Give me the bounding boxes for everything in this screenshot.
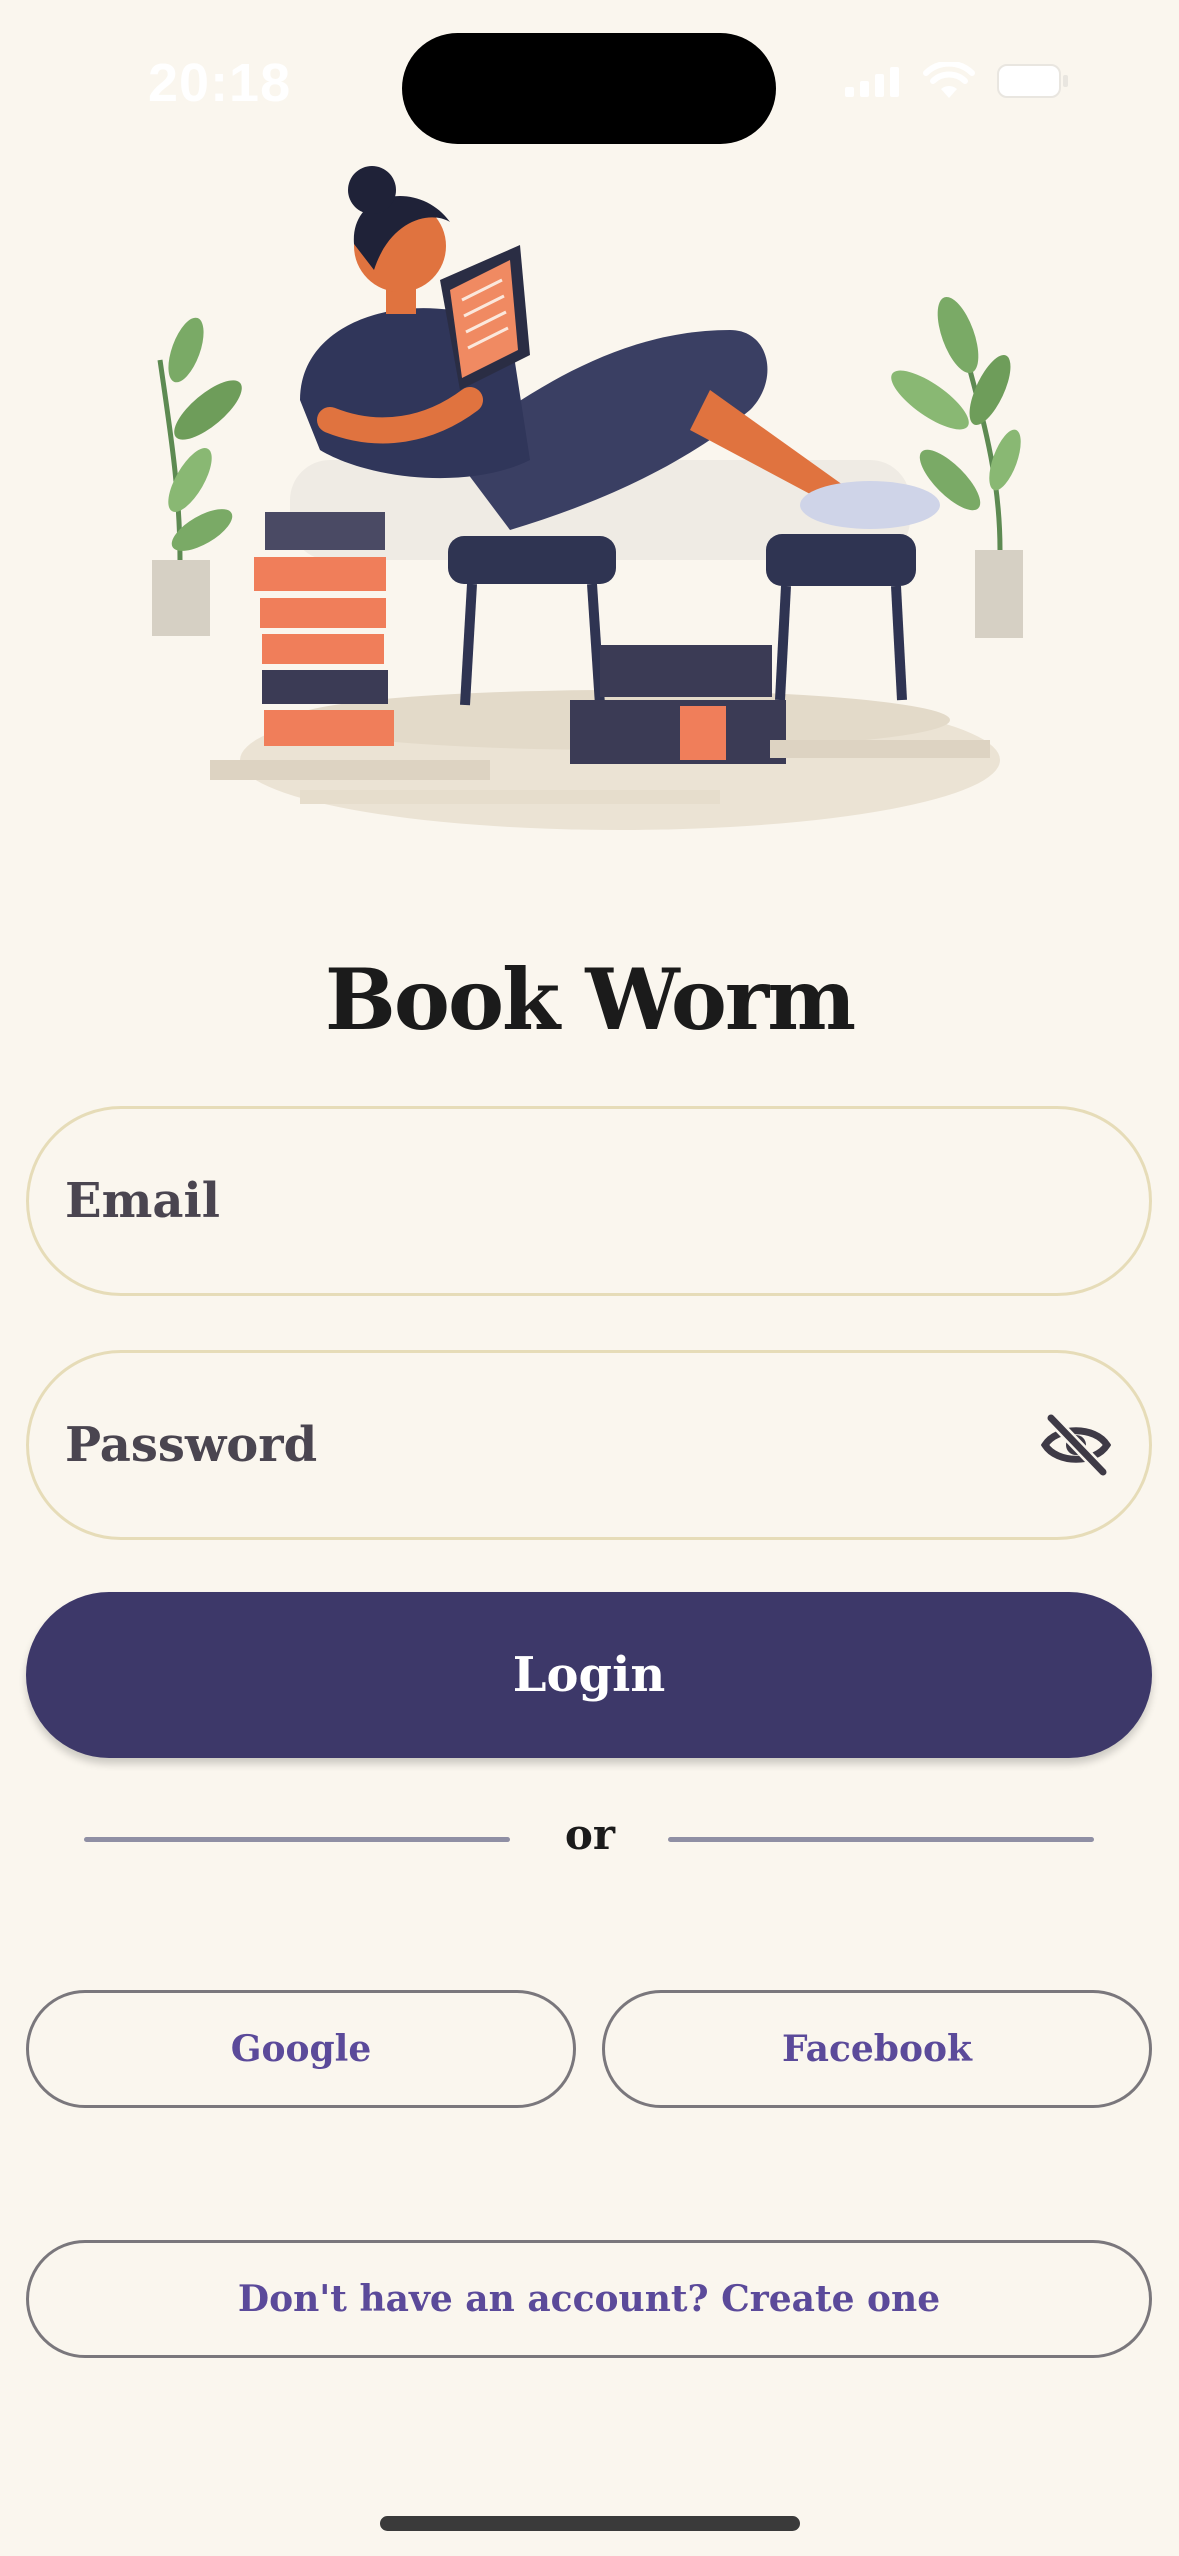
hero-illustration <box>150 160 1030 880</box>
login-button[interactable]: Login <box>26 1592 1152 1758</box>
facebook-login-button[interactable]: Facebook <box>602 1990 1152 2108</box>
google-button-label: Google <box>230 2028 372 2070</box>
battery-icon <box>997 63 1069 103</box>
facebook-button-label: Facebook <box>782 2028 972 2070</box>
status-time: 20:18 <box>148 53 292 113</box>
app-title: Book Worm <box>324 950 856 1049</box>
home-indicator <box>380 2516 800 2531</box>
eye-slash-icon[interactable] <box>1040 1413 1112 1477</box>
create-account-label: Don't have an account? Create one <box>237 2278 941 2320</box>
password-field[interactable]: Password <box>26 1350 1152 1540</box>
wifi-icon <box>923 60 975 104</box>
email-placeholder: Email <box>65 1173 220 1229</box>
dynamic-island <box>402 33 776 144</box>
divider-line-right <box>668 1837 1094 1842</box>
email-field[interactable]: Email <box>26 1106 1152 1296</box>
password-placeholder: Password <box>65 1417 318 1473</box>
signal-icon <box>845 65 901 101</box>
status-bar: 20:18 <box>0 0 1179 170</box>
google-login-button[interactable]: Google <box>26 1990 576 2108</box>
divider-text: or <box>564 1810 616 1859</box>
create-account-button[interactable]: Don't have an account? Create one <box>26 2240 1152 2358</box>
divider-line-left <box>84 1837 510 1842</box>
status-icons <box>845 60 1069 104</box>
login-button-label: Login <box>512 1647 666 1703</box>
